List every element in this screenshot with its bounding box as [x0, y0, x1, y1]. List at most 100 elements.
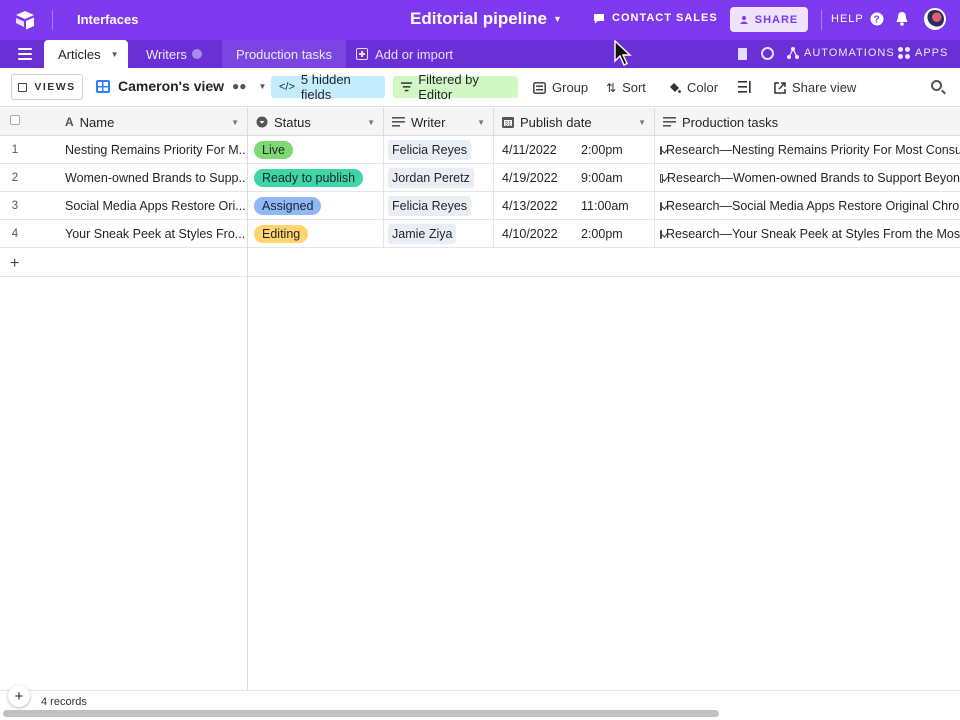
status-cell[interactable]: Assigned — [254, 192, 322, 220]
single-select-icon — [256, 116, 268, 128]
name-cell[interactable]: Women-owned Brands to Supp... — [65, 164, 245, 192]
column-header-status[interactable]: Status ▼ — [248, 108, 384, 136]
bell-icon[interactable] — [895, 11, 909, 27]
trash-icon[interactable] — [738, 48, 747, 60]
name-cell[interactable]: Social Media Apps Restore Ori... — [65, 192, 245, 220]
horizontal-scrollbar[interactable] — [3, 710, 719, 717]
views-label: VIEWS — [34, 81, 76, 93]
avatar[interactable] — [924, 8, 946, 30]
status-cell[interactable]: Editing — [254, 220, 309, 248]
tab-articles[interactable]: Articles ▼ — [44, 40, 128, 68]
share-button[interactable]: SHARE — [730, 7, 808, 32]
text-field-icon: A — [65, 115, 74, 129]
add-record-button[interactable]: + — [8, 685, 30, 707]
apps-button[interactable]: APPS — [898, 47, 948, 59]
production-task-link[interactable]: Research—Nesting Remains Priority For Mo… — [666, 143, 960, 157]
interfaces-link[interactable]: Interfaces — [77, 12, 138, 27]
linked-record-icon — [392, 117, 405, 127]
table-row[interactable]: 4 Your Sneak Peek at Styles Fro... Editi… — [0, 220, 960, 248]
airtable-logo-icon[interactable] — [14, 10, 36, 30]
base-title[interactable]: Editorial pipeline ▼ — [410, 9, 562, 29]
production-task-cell[interactable]: Research—Your Sneak Peek at Styles From … — [660, 220, 960, 248]
production-task-link[interactable]: Research—Women-owned Brands to Support B… — [667, 171, 960, 185]
row-number: 4 — [11, 228, 19, 240]
row-number: 3 — [11, 200, 19, 212]
column-header-writer[interactable]: Writer ▼ — [384, 108, 494, 136]
date-cell[interactable]: 4/13/2022 — [502, 192, 558, 220]
production-task-cell[interactable]: Research—Nesting Remains Priority For Mo… — [660, 136, 960, 164]
share-view-label: Share view — [792, 80, 857, 95]
time-cell[interactable]: 2:00pm — [581, 136, 623, 164]
add-or-import-button[interactable]: Add or import — [356, 40, 453, 68]
column-name-label: Name — [79, 114, 115, 130]
time-cell[interactable]: 2:00pm — [581, 220, 623, 248]
status-cell[interactable]: Ready to publish — [254, 164, 364, 192]
automations-button[interactable]: AUTOMATIONS — [787, 47, 895, 59]
chevron-down-icon: ▼ — [110, 49, 119, 59]
filter-button[interactable]: Filtered by Editor — [393, 72, 518, 102]
divider — [52, 10, 53, 30]
filter-icon — [401, 82, 413, 92]
chevron-down-icon: ▼ — [231, 117, 239, 127]
history-icon[interactable] — [761, 47, 774, 60]
production-task-link[interactable]: Research—Social Media Apps Restore Origi… — [666, 199, 960, 213]
row-number: 2 — [11, 172, 19, 184]
status-badge: Assigned — [254, 197, 322, 215]
select-all-checkbox[interactable] — [10, 115, 20, 125]
writer-link[interactable]: Felicia Reyes — [388, 196, 472, 216]
column-header-name[interactable]: A Name ▼ — [0, 108, 248, 136]
status-cell[interactable]: Live — [254, 136, 293, 164]
writer-cell[interactable]: Jamie Ziya — [388, 220, 457, 248]
name-cell[interactable]: Your Sneak Peek at Styles Fro... — [65, 220, 245, 248]
color-button[interactable]: Color — [668, 80, 718, 95]
sort-label: Sort — [622, 80, 646, 95]
contact-sales-button[interactable]: CONTACT SALES — [593, 12, 718, 24]
time-cell[interactable]: 9:00am — [581, 164, 623, 192]
column-header-production-tasks[interactable]: Production tasks — [655, 108, 960, 136]
column-header-publish-date[interactable]: 31 Publish date ▼ — [494, 108, 655, 136]
svg-text:31: 31 — [505, 122, 512, 128]
record-count: 4 records — [41, 696, 87, 708]
table-row[interactable]: 3 Social Media Apps Restore Ori... Assig… — [0, 192, 960, 220]
production-task-link[interactable]: Research—Your Sneak Peek at Styles From … — [666, 227, 960, 241]
time-cell[interactable]: 11:00am — [581, 192, 629, 220]
share-view-button[interactable]: Share view — [774, 80, 856, 95]
date-cell[interactable]: 4/11/2022 — [502, 136, 557, 164]
tab-production-tasks-label: Production tasks — [235, 46, 333, 62]
production-task-cell[interactable]: Research—Social Media Apps Restore Origi… — [660, 192, 960, 220]
chevron-down-icon: ▼ — [258, 81, 267, 91]
tab-writers[interactable]: Writers — [146, 40, 202, 68]
apps-label: APPS — [915, 47, 949, 59]
tab-articles-label: Articles — [58, 46, 101, 62]
writer-cell[interactable]: Felicia Reyes — [388, 136, 472, 164]
hidden-fields-button[interactable]: </> 5 hidden fields — [271, 72, 385, 102]
add-row-button[interactable]: + — [0, 249, 960, 277]
writer-link[interactable]: Jordan Peretz — [388, 168, 474, 188]
column-divider — [493, 136, 494, 249]
table-row[interactable]: 1 Nesting Remains Priority For M... Live… — [0, 136, 960, 164]
writer-link[interactable]: Felicia Reyes — [388, 140, 472, 160]
column-publish-date-label: Publish date — [520, 114, 592, 130]
views-button[interactable]: VIEWS — [11, 74, 83, 100]
date-cell[interactable]: 4/10/2022 — [502, 220, 558, 248]
plus-icon — [356, 48, 368, 60]
tab-production-tasks[interactable]: Production tasks — [222, 40, 346, 68]
search-icon[interactable] — [931, 80, 942, 91]
users-icon — [739, 15, 748, 24]
grid-view-icon — [96, 79, 110, 93]
help-button[interactable]: HELP ? — [831, 12, 884, 26]
writer-cell[interactable]: Felicia Reyes — [388, 192, 472, 220]
row-height-icon[interactable] — [738, 81, 751, 93]
production-task-cell[interactable]: Research—Women-owned Brands to Support B… — [660, 164, 960, 192]
name-cell[interactable]: Nesting Remains Priority For M... — [65, 136, 245, 164]
writer-link[interactable]: Jamie Ziya — [388, 224, 457, 244]
hamburger-menu-icon[interactable] — [18, 48, 32, 60]
frozen-column-divider — [247, 108, 248, 720]
table-row[interactable]: 2 Women-owned Brands to Supp... Ready to… — [0, 164, 960, 192]
group-button[interactable]: Group — [533, 80, 588, 95]
writer-cell[interactable]: Jordan Peretz — [388, 164, 474, 192]
view-switcher[interactable]: Cameron's view ●● ▼ — [96, 78, 266, 94]
column-divider — [383, 136, 384, 249]
sort-button[interactable]: ⇅ Sort — [606, 80, 646, 95]
date-cell[interactable]: 4/19/2022 — [502, 164, 558, 192]
